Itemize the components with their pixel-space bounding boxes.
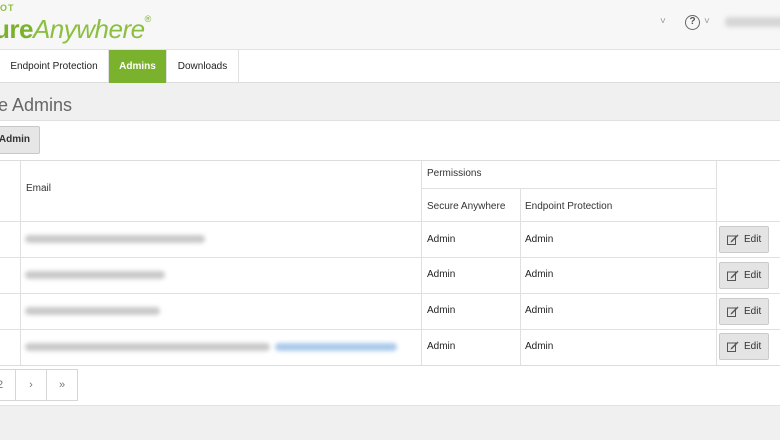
endpoint-protection-permission: Admin xyxy=(525,269,554,280)
secure-anywhere-permission: Admin xyxy=(427,269,456,280)
edit-icon xyxy=(727,234,739,245)
logo-trademark: ® xyxy=(144,14,152,24)
email-redacted xyxy=(25,343,270,351)
email-redacted xyxy=(25,307,160,315)
pagination: 2 › » xyxy=(0,365,780,405)
edit-icon xyxy=(727,341,739,352)
endpoint-protection-permission: Admin xyxy=(525,234,554,245)
endpoint-protection-permission: Admin xyxy=(525,341,554,352)
page-footer xyxy=(0,405,780,440)
chevron-down-icon[interactable]: ˅ xyxy=(660,16,666,27)
resend-confirmation-link[interactable] xyxy=(275,343,397,351)
page-2-button[interactable]: 2 xyxy=(0,369,16,401)
secure-anywhere-permission: Admin xyxy=(427,341,456,352)
edit-button-label: Edit xyxy=(744,306,762,317)
help-icon[interactable]: ? xyxy=(685,15,700,30)
user-menu[interactable] xyxy=(725,17,780,27)
edit-button[interactable]: Edit xyxy=(719,262,769,289)
endpoint-protection-permission: Admin xyxy=(525,305,554,316)
column-header-secure-anywhere[interactable]: Secure Anywhere xyxy=(427,201,505,212)
edit-icon xyxy=(727,306,739,317)
tab-admins[interactable]: Admins xyxy=(109,50,167,83)
help-chevron-down-icon[interactable]: ˅ xyxy=(704,16,710,27)
row-divider xyxy=(0,257,780,258)
column-divider xyxy=(20,161,21,365)
edit-button-label: Edit xyxy=(744,234,762,245)
logo[interactable]: ureAnywhere® xyxy=(0,14,151,45)
row-divider xyxy=(0,221,780,222)
column-header-email[interactable]: Email xyxy=(26,183,51,194)
secure-anywhere-permission: Admin xyxy=(427,305,456,316)
column-header-endpoint-protection[interactable]: Endpoint Protection xyxy=(525,201,612,212)
edit-button-label: Edit xyxy=(744,270,762,281)
toolbar: Admin xyxy=(0,120,780,160)
email-redacted xyxy=(25,235,205,243)
edit-icon xyxy=(727,270,739,281)
tab-downloads[interactable]: Downloads xyxy=(167,50,239,83)
add-admin-button[interactable]: Admin xyxy=(0,126,40,154)
email-redacted xyxy=(25,271,165,279)
column-divider xyxy=(716,161,717,365)
tab-endpoint-protection[interactable]: Endpoint Protection xyxy=(0,50,109,83)
row-divider xyxy=(0,293,780,294)
edit-button[interactable]: Edit xyxy=(719,333,769,360)
edit-button-label: Edit xyxy=(744,341,762,352)
row-divider xyxy=(0,329,780,330)
header-divider xyxy=(421,188,716,189)
admins-table: Email Permissions Secure Anywhere Endpoi… xyxy=(0,160,780,365)
column-header-permissions: Permissions xyxy=(427,168,482,179)
column-divider xyxy=(421,161,422,365)
logo-light-text: Anywhere xyxy=(32,14,145,44)
app-header: OT ureAnywhere® ˅ ? ˅ xyxy=(0,0,780,50)
last-page-button[interactable]: » xyxy=(46,369,78,401)
page-title: ge Admins xyxy=(0,95,73,115)
edit-button[interactable]: Edit xyxy=(719,226,769,253)
logo-strong-text: ure xyxy=(0,14,33,44)
next-page-button[interactable]: › xyxy=(15,369,47,401)
main-nav: Endpoint Protection Admins Downloads xyxy=(0,50,780,83)
edit-button[interactable]: Edit xyxy=(719,298,769,325)
column-divider xyxy=(520,188,521,365)
logo-small-text: OT xyxy=(0,3,15,13)
secure-anywhere-permission: Admin xyxy=(427,234,456,245)
